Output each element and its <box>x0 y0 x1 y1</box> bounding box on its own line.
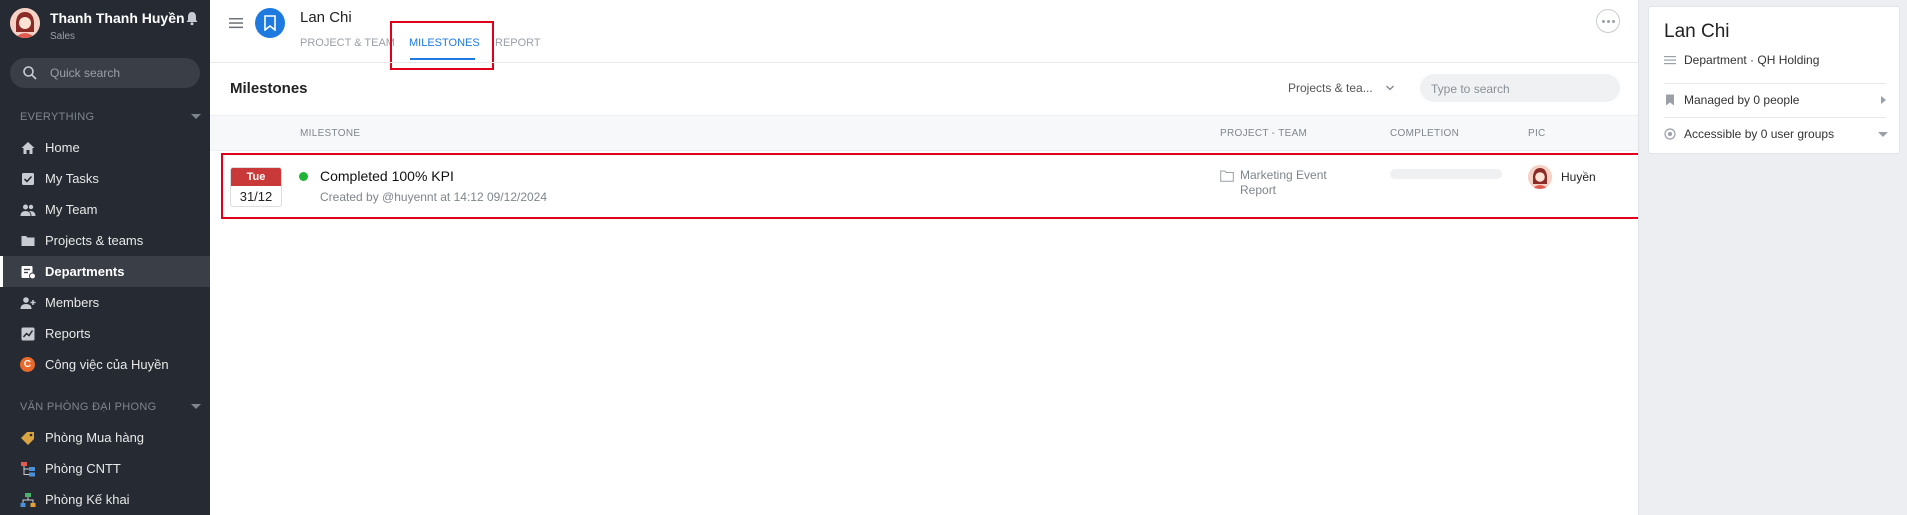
highlight-box-row <box>221 153 1643 219</box>
sidebar-item-label: Projects & teams <box>45 233 144 248</box>
sidebar-item-cong-viec-cua-huyen[interactable]: C Công việc của Huyền <box>0 349 210 380</box>
sidebar-item-label: Home <box>45 140 80 155</box>
user-profile[interactable]: Thanh Thanh Huyền Sales <box>10 8 200 48</box>
sidebar-item-label: Reports <box>45 326 91 341</box>
sidebar-item-departments[interactable]: Departments <box>0 256 210 287</box>
column-header-pic[interactable]: PIC <box>1528 128 1546 139</box>
network-icon <box>20 493 36 507</box>
sidebar-item-label: Phòng Mua hàng <box>45 430 145 445</box>
sidebar-item-home[interactable]: Home <box>0 132 210 163</box>
target-icon <box>1664 128 1676 140</box>
member-add-icon <box>20 297 36 309</box>
sidebar-item-label: My Team <box>45 202 98 217</box>
chevron-down-icon[interactable] <box>1878 132 1888 137</box>
sidebar: Thanh Thanh Huyền Sales Quick search EVE… <box>0 0 210 515</box>
home-icon <box>21 142 35 154</box>
sidebar-item-label: Công việc của Huyền <box>45 357 169 372</box>
milestones-title: Milestones <box>230 80 308 97</box>
sidebar-item-label: Departments <box>45 264 125 279</box>
sidebar-item-my-tasks[interactable]: My Tasks <box>0 163 210 194</box>
bookmark-icon <box>1666 94 1674 106</box>
tab-project-team[interactable]: PROJECT & TEAM <box>300 37 395 49</box>
list-icon <box>1664 56 1676 65</box>
checkbox-icon <box>22 173 34 185</box>
chevron-down-icon[interactable] <box>1385 84 1395 92</box>
chart-icon <box>21 327 35 341</box>
search-icon <box>23 66 37 80</box>
tab-report[interactable]: REPORT <box>495 37 541 49</box>
panel-department: Department · QH Holding <box>1684 53 1820 67</box>
c-badge-icon: C <box>20 357 35 372</box>
chevron-down-icon[interactable] <box>191 404 201 409</box>
avatar[interactable] <box>10 8 40 38</box>
milestone-search-input[interactable]: Type to search <box>1420 74 1620 102</box>
page-title: Lan Chi <box>300 9 352 26</box>
chevron-down-icon[interactable] <box>191 114 201 119</box>
folder-icon <box>21 236 35 246</box>
sidebar-item-reports[interactable]: Reports <box>0 318 210 349</box>
sidebar-item-phong-ke-khai[interactable]: Phòng Kế khai <box>0 484 210 515</box>
department-info-card: Lan Chi Department · QH Holding Managed … <box>1648 6 1900 154</box>
quick-search-input[interactable]: Quick search <box>10 58 200 88</box>
sidebar-item-projects-teams[interactable]: Projects & teams <box>0 225 210 256</box>
divider <box>1664 117 1886 118</box>
column-header-milestone[interactable]: MILESTONE <box>300 128 360 139</box>
team-icon <box>20 204 36 216</box>
section-office: VĂN PHÒNG ĐẠI PHONG <box>20 401 157 413</box>
department-icon <box>21 266 36 280</box>
user-name: Thanh Thanh Huyền <box>50 10 185 26</box>
menu-icon[interactable] <box>228 16 244 30</box>
column-header-completion[interactable]: COMPLETION <box>1390 128 1459 139</box>
org-chart-icon <box>21 462 35 477</box>
more-options-icon[interactable] <box>1596 9 1620 33</box>
sidebar-item-my-team[interactable]: My Team <box>0 194 210 225</box>
milestone-search-placeholder: Type to search <box>1431 82 1510 96</box>
sidebar-item-label: My Tasks <box>45 171 99 186</box>
sidebar-item-phong-mua-hang[interactable]: Phòng Mua hàng <box>0 422 210 453</box>
sidebar-item-members[interactable]: Members <box>0 287 210 318</box>
section-everything: EVERYTHING <box>20 111 95 123</box>
column-header-project-team[interactable]: PROJECT - TEAM <box>1220 128 1307 139</box>
tag-icon <box>21 432 34 445</box>
divider <box>1664 83 1886 84</box>
header-divider <box>210 62 1640 63</box>
project-filter-dropdown[interactable]: Projects & tea... <box>1288 81 1373 95</box>
managed-by[interactable]: Managed by 0 people <box>1684 93 1799 107</box>
quick-search-placeholder: Quick search <box>50 66 121 80</box>
bell-icon[interactable] <box>184 10 200 26</box>
sidebar-item-label: Phòng Kế khai <box>45 492 130 507</box>
panel-title: Lan Chi <box>1664 21 1730 42</box>
bookmark-logo-icon <box>255 8 285 38</box>
chevron-right-icon[interactable] <box>1881 96 1886 104</box>
sidebar-item-phong-cntt[interactable]: Phòng CNTT <box>0 453 210 484</box>
accessible-by[interactable]: Accessible by 0 user groups <box>1684 127 1834 141</box>
main-content: Lan Chi PROJECT & TEAM MILESTONES REPORT… <box>210 0 1643 515</box>
sidebar-item-label: Members <box>45 295 100 310</box>
sidebar-item-label: Phòng CNTT <box>45 461 121 476</box>
user-role: Sales <box>50 31 76 42</box>
